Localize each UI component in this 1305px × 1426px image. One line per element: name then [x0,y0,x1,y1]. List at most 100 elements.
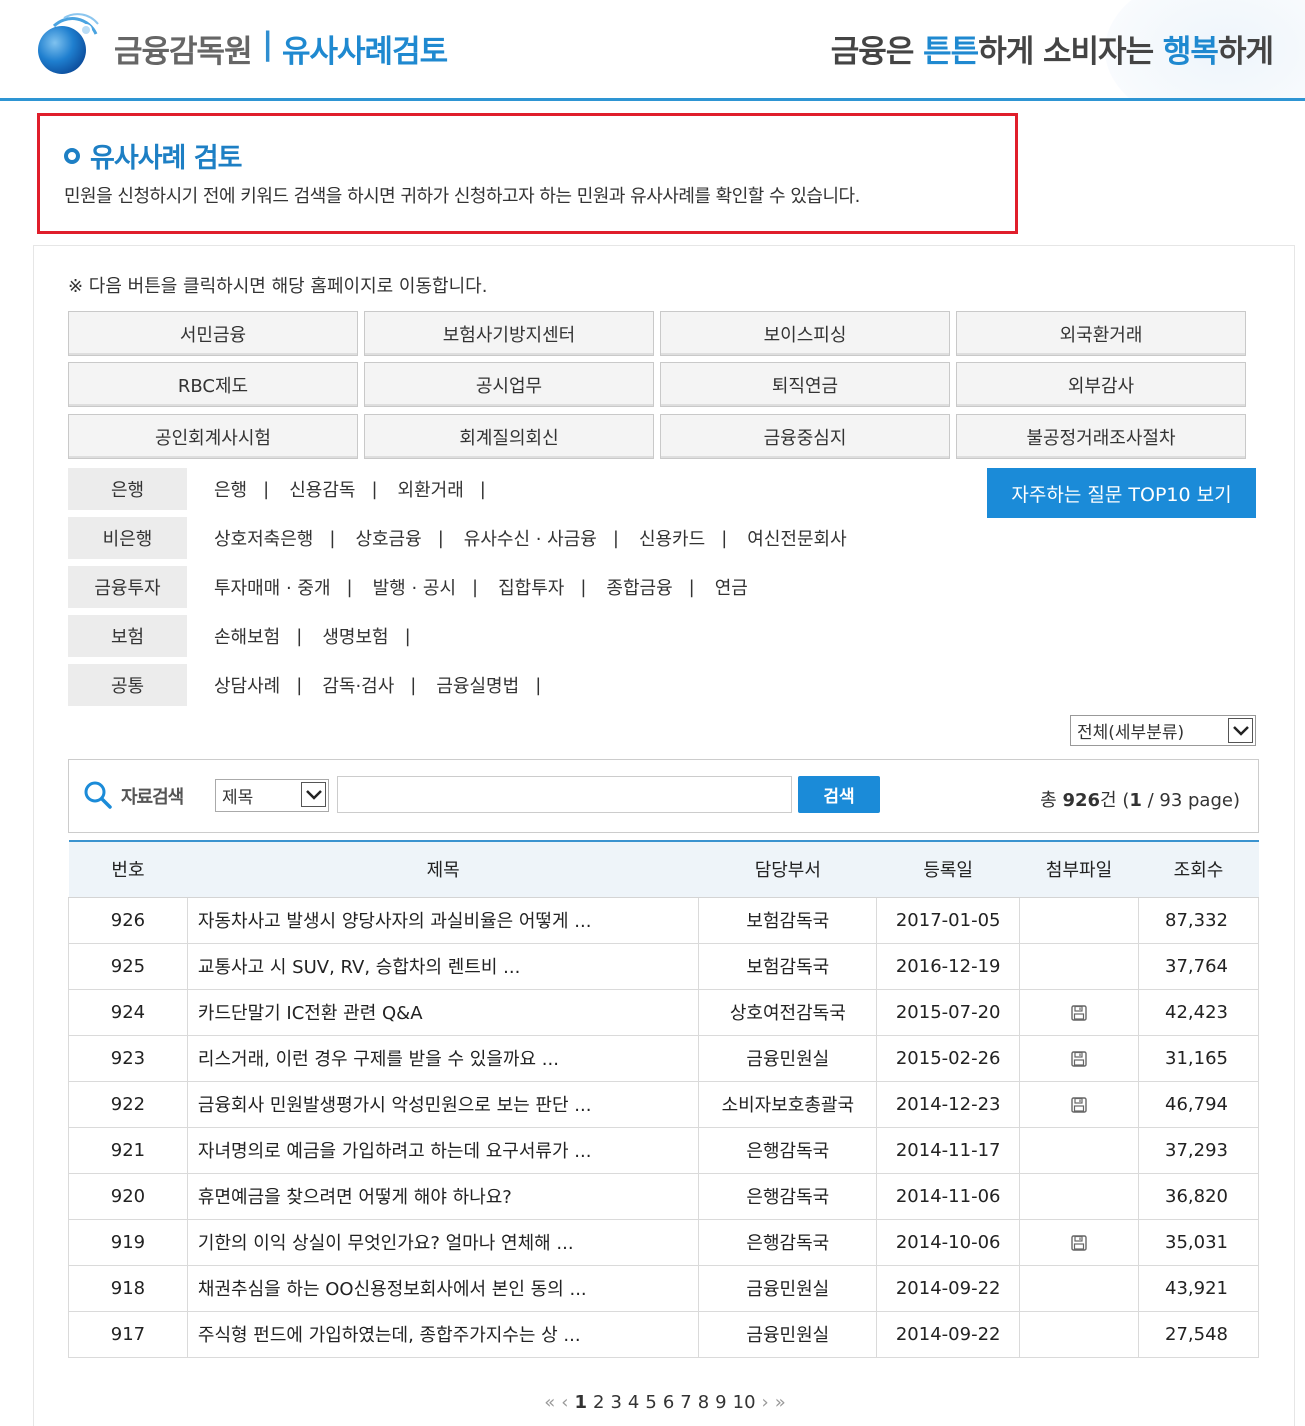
floppy-disk-icon[interactable] [1071,1004,1087,1021]
prev-page-icon[interactable]: ‹ [561,1392,568,1413]
category-link[interactable]: 유사수신 · 사금융 [464,525,597,551]
category-links-nonbank: 상호저축은행 | 상호금융 | 유사수신 · 사금융 | 신용카드 | 여신전문회사 [214,517,847,559]
floppy-disk-icon[interactable] [1071,1050,1087,1067]
quick-button-공시업무[interactable]: 공시업무 [364,362,654,407]
category-link[interactable]: 신용카드 [639,525,705,551]
table-row[interactable]: 919 기한의 이익 상실이 무엇인가요? 얼마나 연체해 ... 은행감독국 201… [68,1218,1260,1266]
service-title[interactable]: 유사사례검토 [282,26,448,71]
row-attachment [1019,1264,1139,1312]
table-row[interactable]: 922 금융회사 민원발생평가시 악성민원으로 보는 판단 ... 소비자보호총괄국… [68,1080,1260,1128]
column-header-date[interactable]: 등록일 [876,840,1020,898]
row-attachment[interactable] [1019,1218,1139,1266]
row-title-link[interactable]: 금융회사 민원발생평가시 악성민원으로 보는 판단 ... [186,1080,700,1128]
quick-button-rbc[interactable]: RBC제도 [68,362,358,407]
category-link[interactable]: 발행 · 공시 [373,574,456,600]
table-row[interactable]: 926 자동차사고 발생시 양당사자의 과실비율은 어떻게 ... 보험감독국 201… [68,896,1260,944]
faq-top10-button[interactable]: 자주하는 질문 TOP10 보기 [987,468,1256,518]
quick-button-퇴직연금[interactable]: 퇴직연금 [660,362,950,407]
row-views: 31,165 [1137,1034,1260,1082]
column-header-views[interactable]: 조회수 [1138,840,1259,898]
category-link[interactable]: 은행 [214,476,247,502]
table-row[interactable]: 918 채권추심을 하는 OO신용정보회사에서 본인 동의 ... 금융민원실 201… [68,1264,1260,1312]
quick-button-공인회계사시험[interactable]: 공인회계사시험 [68,414,358,459]
category-link[interactable]: 집합투자 [498,574,564,600]
column-header-dept[interactable]: 담당부서 [698,840,877,898]
column-header-attach[interactable]: 첨부파일 [1019,840,1139,898]
row-title-link[interactable]: 교통사고 시 SUV, RV, 승합차의 렌트비 ... [186,942,700,990]
page-number[interactable]: 4 [628,1392,639,1413]
category-link[interactable]: 투자매매 · 중개 [214,574,331,600]
category-link[interactable]: 연금 [715,574,748,600]
search-input[interactable] [337,776,792,813]
first-page-icon[interactable]: « [544,1392,555,1413]
row-title-link[interactable]: 자동차사고 발생시 양당사자의 과실비율은 어떻게 ... [186,896,700,944]
category-link[interactable]: 종합금융 [606,574,672,600]
search-label: 자료검색 [121,787,184,808]
category-link[interactable]: 상담사례 [214,672,280,698]
row-date: 2014-10-06 [876,1218,1021,1266]
row-attachment[interactable] [1019,1080,1139,1128]
quick-button-불공정거래조사절차[interactable]: 불공정거래조사절차 [956,414,1246,459]
category-link[interactable]: 금융실명법 [436,672,519,698]
quick-button-외부감사[interactable]: 외부감사 [956,362,1246,407]
page-number[interactable]: 2 [593,1392,604,1413]
page-number[interactable]: 7 [680,1392,691,1413]
quick-button-보이스피싱[interactable]: 보이스피싱 [660,311,950,356]
category-link[interactable]: 상호금융 [355,525,421,551]
page-number[interactable]: 10 [733,1392,756,1413]
column-header-no[interactable]: 번호 [68,840,188,898]
table-row[interactable]: 917 주식형 펀드에 가입하였는데, 종합주가지수는 상 ... 금융민원실 201… [68,1310,1260,1358]
search-button[interactable]: 검색 [798,776,880,813]
chevron-down-icon[interactable] [301,782,326,807]
link-divider: | [580,576,587,598]
quick-button-외국환거래[interactable]: 외국환거래 [956,311,1246,356]
category-link[interactable]: 신용감독 [289,476,355,502]
last-page-icon[interactable]: » [775,1392,786,1413]
quick-button-회계질의회신[interactable]: 회계질의회신 [364,414,654,459]
results-table: 번호 제목 담당부서 등록일 첨부파일 조회수 926 자동차사고 발생시 양당사… [68,840,1260,1358]
table-row[interactable]: 924 카드단말기 IC전환 관련 Q&A 상호여전감독국 2015-07-20 42,… [68,988,1260,1036]
chevron-down-icon[interactable] [1228,718,1253,743]
row-number: 922 [68,1080,188,1128]
notice-text: ※ 다음 버튼을 클릭하시면 해당 홈페이지로 이동합니다. [68,276,488,297]
page-number[interactable]: 9 [715,1392,726,1413]
row-title-link[interactable]: 채권추심을 하는 OO신용정보회사에서 본인 동의 ... [186,1264,700,1312]
category-link[interactable]: 생명보험 [322,623,388,649]
quick-button-서민금융[interactable]: 서민금융 [68,311,358,356]
page-number[interactable]: 5 [645,1392,656,1413]
search-field-select[interactable]: 제목 [215,779,329,812]
next-page-icon[interactable]: › [762,1392,769,1413]
fss-logo-icon[interactable] [36,12,100,76]
row-title-link[interactable]: 기한의 이익 상실이 무엇인가요? 얼마나 연체해 ... [186,1218,700,1266]
floppy-disk-icon[interactable] [1071,1096,1087,1113]
row-attachment[interactable] [1019,988,1139,1036]
row-title-link[interactable]: 휴면예금을 찾으려면 어떻게 해야 하나요? [186,1172,700,1220]
page-number[interactable]: 1 [574,1392,587,1413]
page-number[interactable]: 6 [663,1392,674,1413]
page-number[interactable]: 8 [698,1392,709,1413]
column-header-title[interactable]: 제목 [187,840,699,898]
table-row[interactable]: 921 자녀명의로 예금을 가입하려고 하는데 요구서류가 ... 은행감독국 201… [68,1126,1260,1174]
row-attachment[interactable] [1019,1034,1139,1082]
category-link[interactable]: 손해보험 [214,623,280,649]
category-link[interactable]: 상호저축은행 [214,525,313,551]
table-row[interactable]: 920 휴면예금을 찾으려면 어떻게 해야 하나요? 은행감독국 2014-11-06… [68,1172,1260,1220]
floppy-disk-icon[interactable] [1071,1234,1087,1251]
row-title-link[interactable]: 카드단말기 IC전환 관련 Q&A [186,988,700,1036]
subcategory-select[interactable]: 전체(세부분류) [1070,715,1256,746]
slogan-text-2: 하게 소비자는 [978,34,1163,70]
category-link[interactable]: 여신전문회사 [747,525,846,551]
row-title-link[interactable]: 주식형 펀드에 가입하였는데, 종합주가지수는 상 ... [186,1310,700,1358]
category-label-investment: 금융투자 [68,566,187,608]
category-link[interactable]: 외환거래 [398,476,464,502]
table-row[interactable]: 925 교통사고 시 SUV, RV, 승합차의 렌트비 ... 보험감독국 2016… [68,942,1260,990]
page-number[interactable]: 3 [610,1392,621,1413]
category-link[interactable]: 감독·검사 [322,672,394,698]
row-number: 919 [68,1218,188,1266]
row-title-link[interactable]: 리스거래, 이런 경우 구제를 받을 수 있을까요 ... [186,1034,700,1082]
brand-name[interactable]: 금융감독원 [114,26,253,71]
row-title-link[interactable]: 자녀명의로 예금을 가입하려고 하는데 요구서류가 ... [186,1126,700,1174]
quick-button-금융중심지[interactable]: 금융중심지 [660,414,950,459]
table-row[interactable]: 923 리스거래, 이런 경우 구제를 받을 수 있을까요 ... 금융민원실 201… [68,1034,1260,1082]
quick-button-보험사기방지센터[interactable]: 보험사기방지센터 [364,311,654,356]
